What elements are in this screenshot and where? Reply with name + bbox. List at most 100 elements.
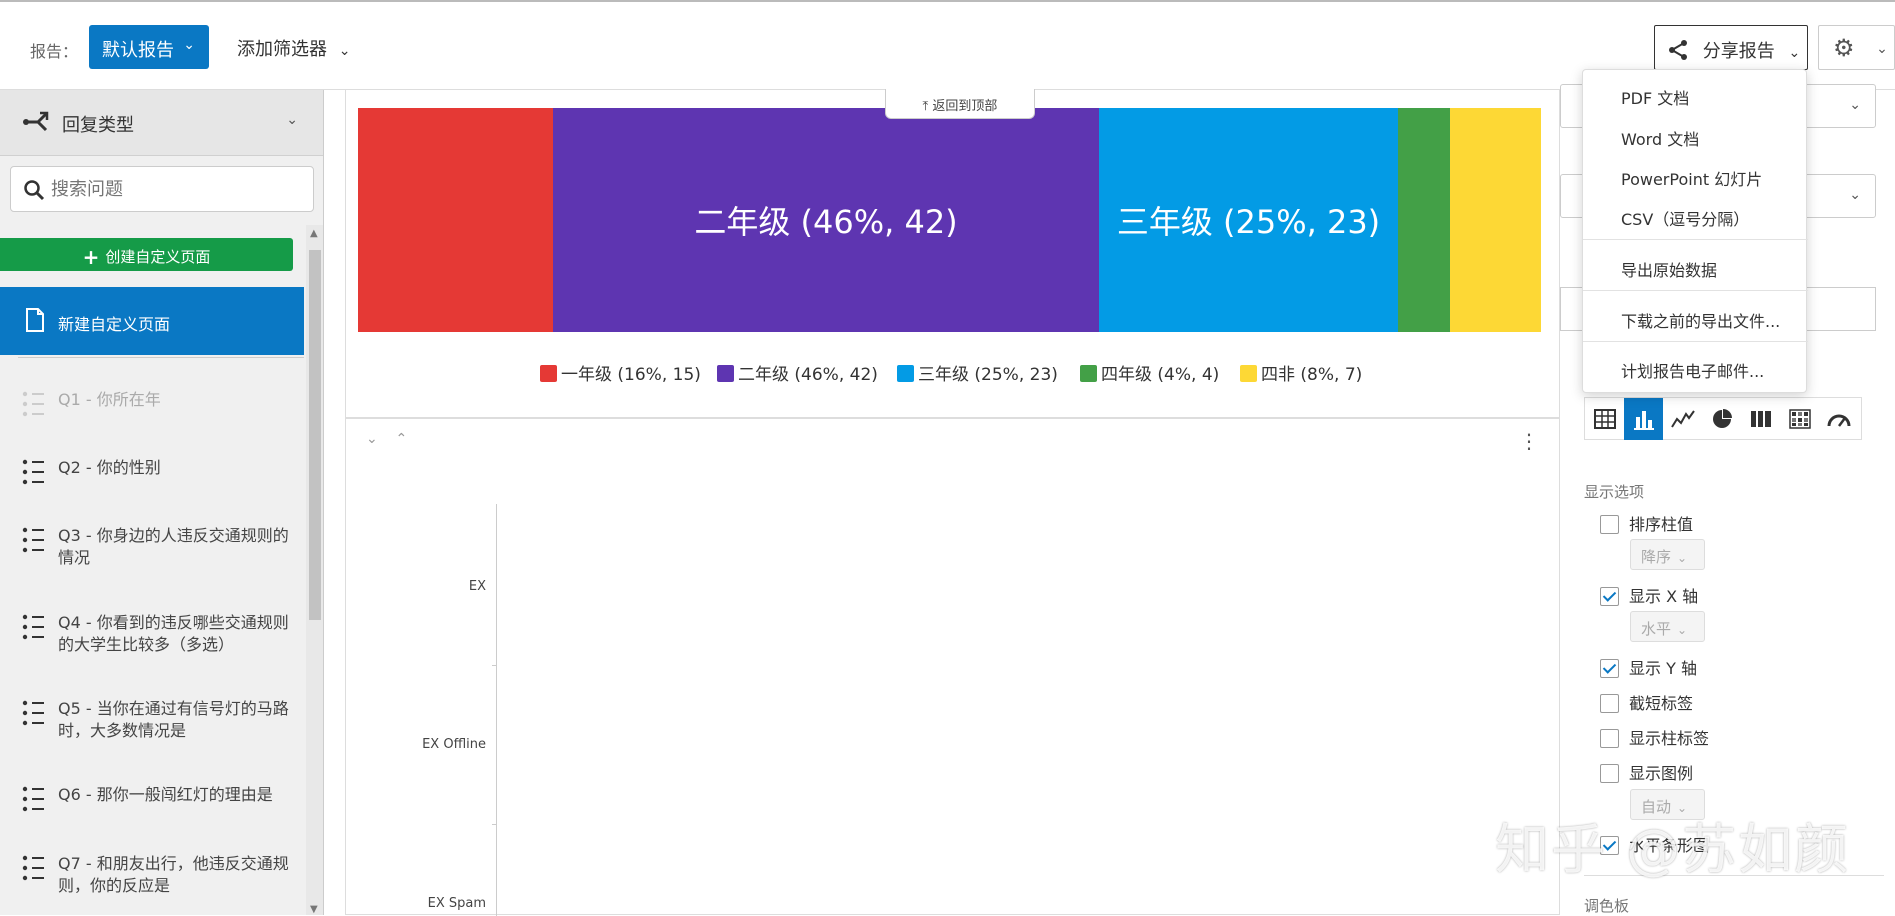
scroll-down-icon[interactable]: ▼ xyxy=(310,904,318,915)
chevron-up-icon[interactable]: ⌃ xyxy=(396,431,408,447)
show-x-axis-checkbox[interactable] xyxy=(1600,587,1619,606)
sort-order-value: 降序 xyxy=(1641,548,1672,566)
segment-label: 二年级 (46%, 42) xyxy=(694,203,958,241)
list-icon xyxy=(22,459,44,485)
response-type-select[interactable]: 回复类型 ⌄ xyxy=(0,90,323,156)
question-label: Q3 - 你身边的人违反交通规则的情况 xyxy=(58,526,289,567)
gauge-icon xyxy=(1827,414,1850,427)
create-custom-page-label: 创建自定义页面 xyxy=(105,248,211,266)
question-label: Q4 - 你看到的违反哪些交通规则的大学生比较多（多选） xyxy=(58,613,289,654)
plus-icon: + xyxy=(82,245,100,269)
chart-type-heatmap[interactable] xyxy=(1780,398,1819,440)
sort-bars-checkbox[interactable] xyxy=(1600,515,1619,534)
show-y-axis-option[interactable]: 显示 Y 轴 xyxy=(1600,655,1697,679)
legend-label: 四年级 (4%, 4) xyxy=(1101,365,1220,385)
palette-title: 调色板 xyxy=(1584,897,1630,915)
legend-item[interactable]: 一年级 (16%, 15) xyxy=(540,360,701,385)
chevron-down-icon: ⌄ xyxy=(1849,187,1861,203)
menu-item-csv[interactable]: CSV（逗号分隔） xyxy=(1621,206,1749,230)
list-icon xyxy=(22,614,44,640)
question-label: Q6 - 那你一般闯红灯的理由是 xyxy=(58,785,273,804)
legend-label: 二年级 (46%, 42) xyxy=(738,365,878,385)
legend-item[interactable]: 三年级 (25%, 23) xyxy=(897,360,1058,385)
bar-segment-一年级[interactable] xyxy=(358,108,553,332)
legend-item[interactable]: 四年级 (4%, 4) xyxy=(1080,360,1219,385)
sidebar-scrollbar[interactable]: ▲ ▼ xyxy=(306,225,323,915)
show-x-axis-option[interactable]: 显示 X 轴 xyxy=(1600,583,1698,607)
show-bar-labels-checkbox[interactable] xyxy=(1600,729,1619,748)
show-bar-labels-label: 显示柱标签 xyxy=(1629,729,1710,748)
bar-segment-四年级[interactable] xyxy=(1398,108,1450,332)
legend-swatch xyxy=(717,365,734,382)
bar-segment-三年级[interactable]: 三年级 (25%, 23) xyxy=(1099,108,1398,332)
legend-item[interactable]: 四非 (8%, 7) xyxy=(1240,360,1362,385)
truncate-labels-option[interactable]: 截短标签 xyxy=(1600,690,1693,714)
response-type-label: 回复类型 xyxy=(62,115,134,136)
chart-type-stacked[interactable] xyxy=(1741,398,1780,440)
menu-item-export-raw[interactable]: 导出原始数据 xyxy=(1621,257,1717,281)
show-legend-label: 显示图例 xyxy=(1629,764,1694,783)
y-axis-tick xyxy=(492,665,497,666)
list-icon xyxy=(22,786,44,812)
list-icon xyxy=(22,855,44,881)
report-label: 报告： xyxy=(30,42,79,61)
list-icon xyxy=(22,700,44,726)
y-tick-label: EX Offline xyxy=(422,737,486,752)
pie-chart-icon xyxy=(1712,409,1732,428)
chart-type-line[interactable] xyxy=(1663,398,1702,440)
settings-button[interactable]: ⚙ ⌄ xyxy=(1818,25,1895,70)
chart-type-table[interactable] xyxy=(1585,398,1624,440)
sort-bars-option[interactable]: 排序柱值 xyxy=(1600,511,1693,535)
scrollbar-thumb[interactable] xyxy=(309,250,321,620)
x-axis-orient-value: 水平 xyxy=(1641,620,1672,638)
question-search[interactable] xyxy=(10,166,314,212)
legend-item[interactable]: 二年级 (46%, 42) xyxy=(717,360,878,385)
show-legend-checkbox[interactable] xyxy=(1600,764,1619,783)
y-axis-line xyxy=(496,504,497,916)
menu-item-word[interactable]: Word 文档 xyxy=(1621,126,1699,150)
scroll-up-icon[interactable]: ▲ xyxy=(310,228,318,239)
more-options-icon[interactable]: ⋮ xyxy=(1519,429,1539,453)
truncate-labels-checkbox[interactable] xyxy=(1600,694,1619,713)
y-axis-tick xyxy=(492,824,497,825)
document-icon xyxy=(26,308,44,332)
chevron-down-icon[interactable]: ⌄ xyxy=(366,431,378,447)
menu-item-download-previous[interactable]: 下载之前的导出文件... xyxy=(1621,308,1780,332)
create-custom-page-button[interactable]: + 创建自定义页面 xyxy=(0,238,293,271)
chevron-down-icon: ⌄ xyxy=(1849,97,1861,113)
legend-swatch xyxy=(897,365,914,382)
back-to-top-button[interactable]: ⤒ 返回到顶部 xyxy=(885,89,1035,119)
segment-label: 三年级 (25%, 23) xyxy=(1116,203,1381,241)
stacked-bar-chart: 二年级 (46%, 42) 三年级 (25%, 23) xyxy=(358,108,1541,332)
menu-item-schedule-email[interactable]: 计划报告电子邮件... xyxy=(1621,358,1764,382)
line-chart-icon xyxy=(1670,410,1695,428)
legend-label: 三年级 (25%, 23) xyxy=(918,365,1058,385)
collapse-arrows[interactable]: ⌄ ⌃ xyxy=(366,431,407,447)
y-tick-label: EX xyxy=(468,579,486,594)
show-bar-labels-option[interactable]: 显示柱标签 xyxy=(1600,725,1709,749)
sidebar-item-new-custom-page[interactable]: 新建自定义页面 xyxy=(0,287,304,355)
chevron-down-icon: ⌄ xyxy=(1876,41,1888,57)
divider xyxy=(18,357,304,358)
chart-type-gauge[interactable] xyxy=(1819,398,1858,440)
report-select[interactable]: 默认报告 ⌄ xyxy=(89,25,209,69)
share-report-label: 分享报告 xyxy=(1702,41,1775,62)
bar-segment-四非[interactable] xyxy=(1450,108,1541,332)
show-x-axis-label: 显示 X 轴 xyxy=(1629,587,1699,606)
add-filter-button[interactable]: 添加筛选器 ⌄ xyxy=(237,35,350,61)
legend-label: 一年级 (16%, 15) xyxy=(561,365,701,385)
show-y-axis-checkbox[interactable] xyxy=(1600,659,1619,678)
menu-item-pdf[interactable]: PDF 文档 xyxy=(1621,85,1689,109)
menu-item-powerpoint[interactable]: PowerPoint 幻灯片 xyxy=(1621,166,1762,190)
menu-separator xyxy=(1583,239,1808,240)
show-legend-option[interactable]: 显示图例 xyxy=(1600,760,1693,784)
search-input[interactable] xyxy=(51,177,301,201)
chart-type-pie[interactable] xyxy=(1702,398,1741,440)
chart-type-bar[interactable] xyxy=(1624,398,1663,440)
chevron-down-icon: ⌄ xyxy=(1677,551,1688,565)
search-icon xyxy=(24,180,45,201)
stacked-bar-icon xyxy=(1750,411,1771,427)
share-report-button[interactable]: 分享报告 ⌄ xyxy=(1654,25,1808,70)
table-icon xyxy=(1593,409,1616,429)
bar-segment-二年级[interactable]: 二年级 (46%, 42) xyxy=(553,108,1099,332)
